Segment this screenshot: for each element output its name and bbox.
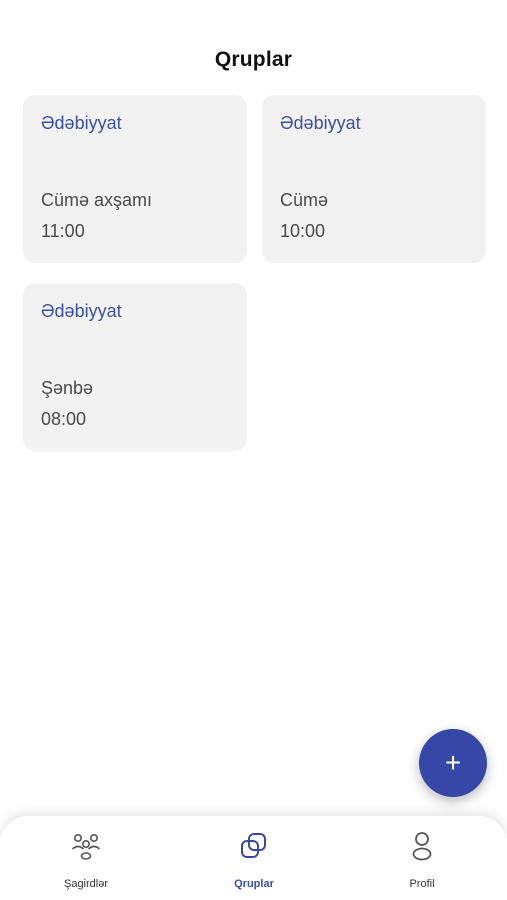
group-day: Cümə axşamı xyxy=(41,190,153,210)
bottom-navigation: Şagirdlər Qruplar Profil xyxy=(0,816,507,900)
group-day: Cümə xyxy=(280,190,329,210)
group-subject: Ədəbiyyat xyxy=(41,113,122,133)
group-time: 10:00 xyxy=(280,221,326,241)
plus-icon: + xyxy=(444,747,462,778)
nav-item-groups[interactable]: Qruplar xyxy=(199,830,309,894)
group-card[interactable]: Ədəbiyyat Cümə axşamı 11:00 xyxy=(23,95,247,263)
group-day: Şənbə xyxy=(41,378,94,398)
page-title: Qruplar xyxy=(214,48,293,71)
group-card[interactable]: Ədəbiyyat Şənbə 08:00 xyxy=(23,283,247,451)
nav-item-students[interactable]: Şagirdlər xyxy=(31,830,141,894)
profile-icon xyxy=(412,832,432,861)
nav-item-label: Qruplar xyxy=(234,878,274,890)
group-time: 08:00 xyxy=(41,409,87,429)
groups-icon xyxy=(241,833,266,858)
group-time: 11:00 xyxy=(41,221,85,241)
group-subject: Ədəbiyyat xyxy=(280,113,361,133)
nav-item-profile[interactable]: Profil xyxy=(367,830,477,894)
add-group-button[interactable]: + xyxy=(419,729,487,797)
students-icon xyxy=(71,834,101,860)
group-subject: Ədəbiyyat xyxy=(41,301,122,321)
group-card[interactable]: Ədəbiyyat Cümə 10:00 xyxy=(262,95,486,263)
nav-item-label: Şagirdlər xyxy=(63,878,109,890)
nav-item-label: Profil xyxy=(409,878,435,890)
